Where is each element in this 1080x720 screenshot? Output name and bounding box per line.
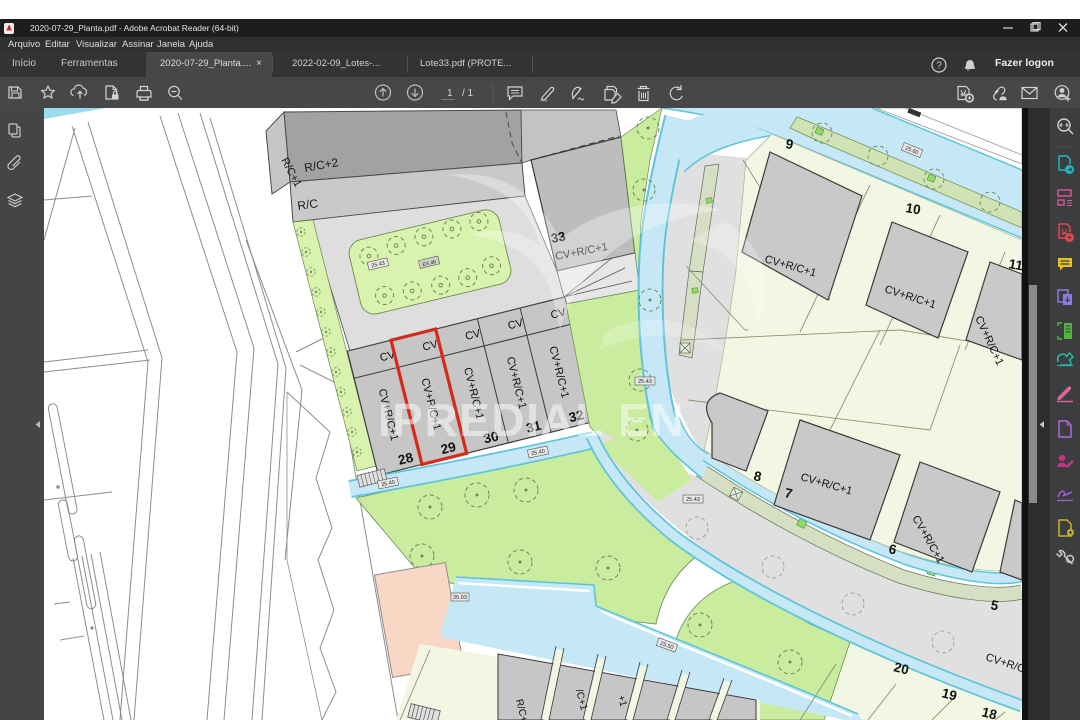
- svg-text:?: ?: [936, 61, 942, 72]
- svg-text:25.43: 25.43: [686, 497, 700, 503]
- svg-text:1: 1: [447, 88, 453, 99]
- svg-text:/ 1: / 1: [462, 88, 474, 99]
- svg-text:25.03: 25.03: [453, 595, 467, 601]
- svg-text:R/C: R/C: [296, 196, 319, 213]
- svg-text:10: 10: [904, 200, 921, 217]
- svg-text:IPREDIAL EN: IPREDIAL EN: [378, 394, 685, 446]
- svg-text:25.43: 25.43: [638, 379, 652, 385]
- svg-text:11: 11: [1007, 256, 1022, 273]
